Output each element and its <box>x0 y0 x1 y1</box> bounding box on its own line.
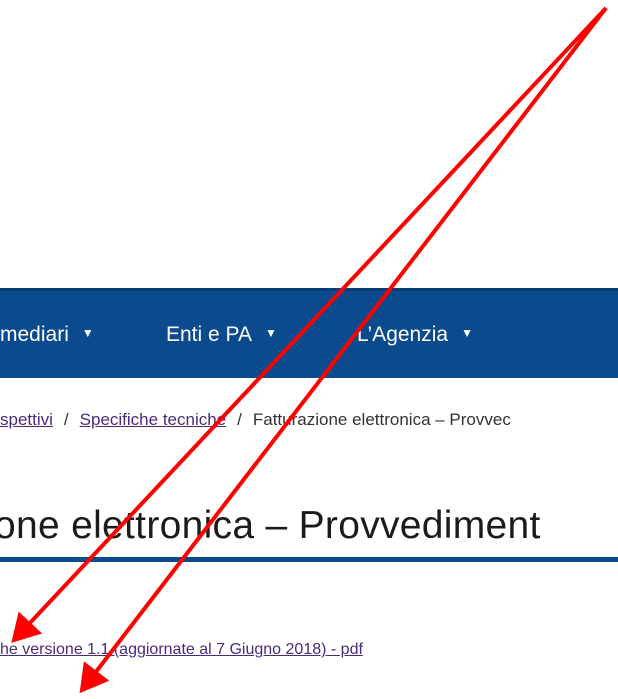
caret-down-icon: ▼ <box>81 326 94 341</box>
breadcrumb-separator: / <box>237 410 242 429</box>
breadcrumb: spettivi / Specifiche tecniche / Fatturazion… <box>0 409 618 431</box>
breadcrumb-link-prospettivi[interactable]: spettivi <box>0 410 53 429</box>
nav-item-label: L’Agenzia <box>357 323 449 346</box>
blank-area <box>0 0 618 287</box>
breadcrumb-link-specifiche-tecniche[interactable]: Specifiche tecniche <box>80 410 226 429</box>
title-divider <box>0 557 618 562</box>
nav-item-agenzia[interactable]: L’Agenzia ▼ <box>357 322 473 348</box>
page-title: one elettronica – Provvediment <box>0 504 541 547</box>
page: mediari ▼ Enti e PA ▼ L’Agenzia ▼ spettivi /… <box>0 0 618 699</box>
breadcrumb-current: Fatturazione elettronica – Provvec <box>252 410 511 429</box>
breadcrumb-separator: / <box>63 410 69 429</box>
nav-item-label: Enti e PA <box>166 323 252 346</box>
nav-item-enti-pa[interactable]: Enti e PA ▼ <box>166 322 277 348</box>
nav-item-intermediari[interactable]: mediari ▼ <box>0 322 94 348</box>
nav-item-label: mediari <box>0 323 69 346</box>
pdf-download-link[interactable]: he versione 1.1 (aggiornate al 7 Giugno … <box>0 640 363 660</box>
main-navbar: mediari ▼ Enti e PA ▼ L’Agenzia ▼ <box>0 288 618 378</box>
caret-down-icon: ▼ <box>461 326 473 341</box>
caret-down-icon: ▼ <box>265 326 277 341</box>
